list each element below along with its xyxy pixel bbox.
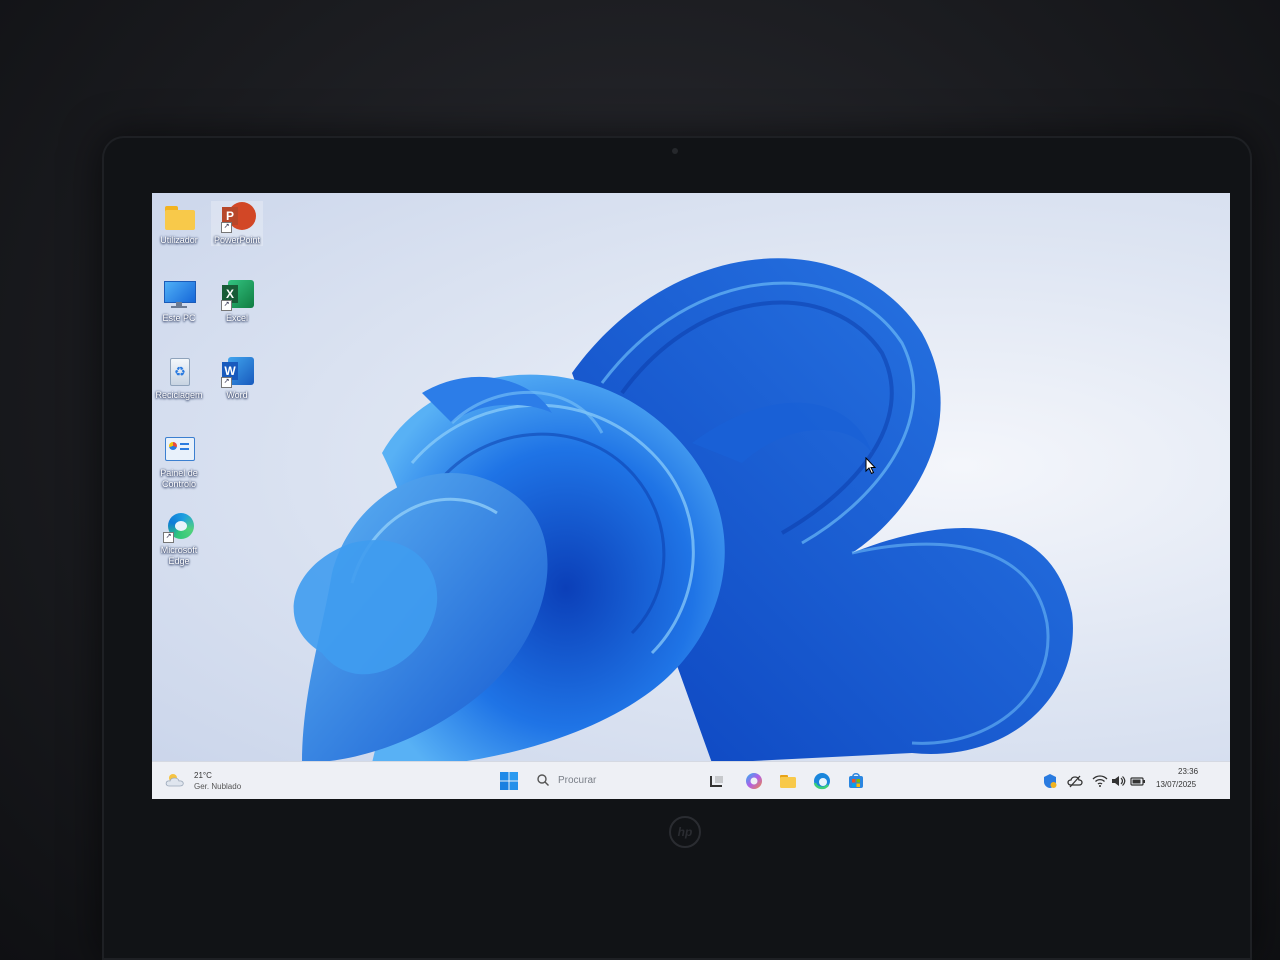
windows-start-button[interactable]	[498, 770, 520, 792]
hp-logo: hp	[669, 816, 701, 848]
weather-condition: Ger. Nublado	[194, 782, 242, 791]
wifi-icon[interactable]	[1092, 773, 1108, 789]
edge-taskbar-icon[interactable]	[812, 771, 832, 791]
desktop-icon-microsoft-edge[interactable]: ↗ Microsoft Edge	[153, 511, 205, 567]
onedrive-offline-icon[interactable]	[1067, 773, 1083, 789]
control-panel-icon	[162, 434, 196, 466]
copilot-icon[interactable]	[744, 771, 764, 791]
desktop-icon-utilizador[interactable]: Utilizador	[153, 201, 205, 246]
clock-time[interactable]: 23:36	[1178, 767, 1198, 776]
excel-icon: X ↗	[220, 279, 254, 311]
taskbar-search-box[interactable]: Procurar	[528, 768, 688, 794]
taskbar: 21°C Ger. Nublado Procurar 23:36 13/07/2…	[152, 761, 1230, 799]
folder-icon	[162, 201, 196, 233]
desktop-icon-label: Painel de Controlo	[160, 468, 198, 489]
file-explorer-icon[interactable]	[778, 771, 798, 791]
desktop-icon-label: Microsoft Edge	[160, 545, 198, 566]
desktop-icon-label: Word	[226, 390, 248, 400]
desktop-icon-label: Este PC	[162, 313, 196, 323]
task-view-icon[interactable]	[708, 772, 726, 790]
desktop-icon-reciclagem[interactable]: ♻ Reciclagem	[153, 356, 205, 401]
mouse-pointer-icon	[865, 457, 877, 475]
volume-icon[interactable]	[1110, 773, 1126, 789]
monitor-icon	[162, 279, 196, 311]
edge-icon: ↗	[162, 511, 196, 543]
defender-update-icon[interactable]	[1042, 773, 1058, 789]
desktop-icon-word[interactable]: W ↗ Word	[211, 356, 263, 401]
battery-icon[interactable]	[1130, 773, 1146, 789]
recycle-bin-icon: ♻	[162, 356, 196, 388]
desktop-icon-este-pc[interactable]: Este PC	[153, 279, 205, 324]
desktop-screen: Utilizador P ↗ PowerPoint Este PC X ↗ Ex…	[152, 193, 1230, 799]
desktop-icon-label: PowerPoint	[213, 235, 261, 245]
word-icon: W ↗	[220, 356, 254, 388]
bloom-wallpaper	[293, 258, 1073, 763]
search-placeholder: Procurar	[558, 775, 597, 786]
desktop-icon-label: Excel	[225, 313, 248, 323]
weather-temperature: 21°C	[194, 771, 212, 780]
webcam	[672, 148, 678, 154]
desktop-icon-label: Reciclagem	[155, 390, 203, 400]
powerpoint-icon: P ↗	[220, 201, 256, 233]
desktop-icon-label: Utilizador	[160, 235, 198, 245]
desktop-icon-excel[interactable]: X ↗ Excel	[211, 279, 263, 324]
search-icon	[537, 774, 549, 786]
weather-widget[interactable]: 21°C Ger. Nublado	[160, 768, 280, 794]
cloudy-weather-icon	[165, 774, 184, 787]
clock-date[interactable]: 13/07/2025	[1156, 780, 1196, 789]
desktop-icon-powerpoint[interactable]: P ↗ PowerPoint	[211, 201, 263, 246]
desktop-icon-painel-de-controlo[interactable]: Painel de Controlo	[153, 434, 205, 490]
microsoft-store-icon[interactable]	[846, 771, 866, 791]
